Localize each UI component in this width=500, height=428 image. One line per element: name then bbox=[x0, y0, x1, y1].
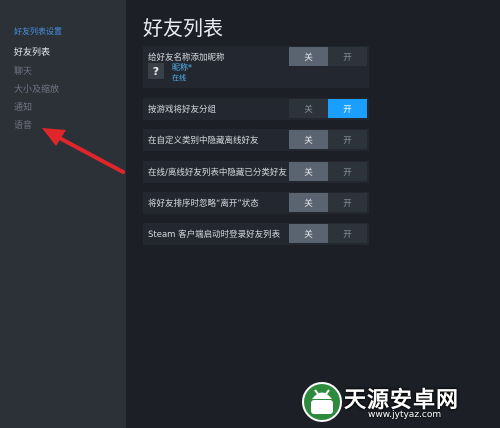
android-logo-icon bbox=[302, 382, 342, 422]
watermark: 天源安卓网 www.jytyaz.com bbox=[302, 380, 498, 426]
watermark-url: www.jytyaz.com bbox=[368, 410, 442, 420]
red-arrow-annotation bbox=[42, 128, 125, 174]
